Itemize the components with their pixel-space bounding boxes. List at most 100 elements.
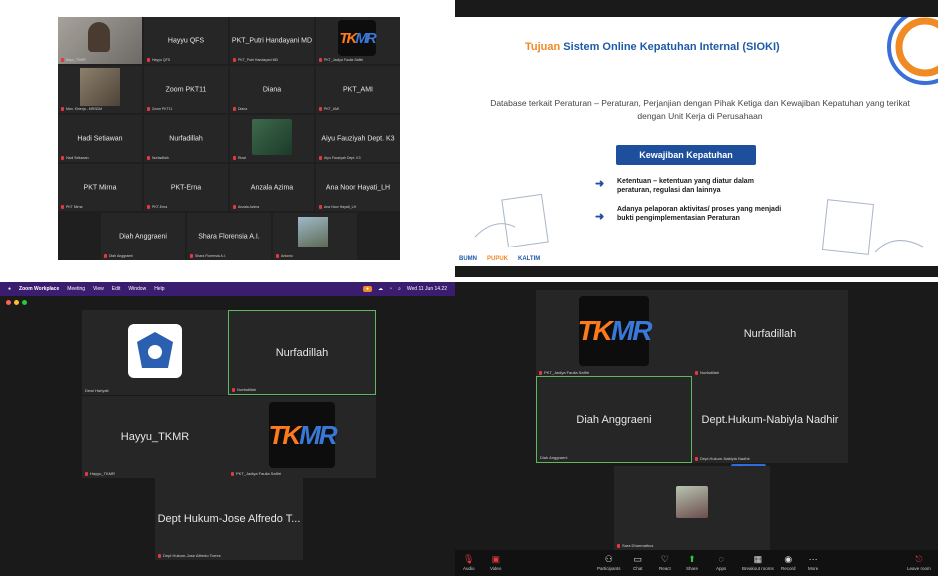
participant-tile[interactable]: Rizal [230, 115, 314, 162]
participants-label: Participants [597, 566, 621, 571]
participants-button[interactable]: ⚇ Participants [597, 555, 621, 572]
zoom-status-icon[interactable]: ● [363, 286, 373, 292]
breakout-rooms-icon: ▦ [753, 554, 763, 564]
share-label: Share [686, 566, 699, 571]
participant-tile[interactable]: Shara Florensia A.I. Shara Florensia A.I… [187, 213, 271, 260]
participant-label: PKT_Jadiya Faulia Safitri [539, 370, 589, 375]
participant-name: Ana Noor Hayati_LH [325, 184, 391, 191]
chat-button[interactable]: ▭ Chat [633, 555, 643, 572]
participant-label: Shara Florensia A.I. [190, 254, 226, 258]
maximize-window-icon[interactable] [22, 300, 27, 305]
slide-heading-badge: Kewajiban Kepatuhan [616, 145, 756, 165]
record-button[interactable]: ◉ Record [781, 555, 796, 572]
apps-button[interactable]: ◌ Apps [716, 555, 726, 572]
react-button[interactable]: ♡ React [659, 555, 671, 572]
participant-label: PKT_AMI [319, 107, 339, 111]
person-silhouette [88, 22, 110, 52]
mic-muted-icon [233, 156, 236, 160]
participant-tile-active-speaker[interactable]: Nurfadillah Nurfadillah [228, 310, 376, 395]
clock: Wed 11 Jun 14.22 [406, 286, 447, 292]
participant-tile[interactable]: Man. Kinerja - MRSDM [58, 66, 142, 113]
participant-tile[interactable]: TKMR PKT_Jadiya Faulia Safitri [316, 17, 400, 64]
participant-name: PKT-Erna [170, 184, 202, 191]
react-label: React [659, 566, 671, 571]
mic-muted-icon [61, 58, 64, 62]
participant-tile[interactable]: Hadi Setiawan Hadi Setiawan [58, 115, 142, 162]
kaltim-logo: KALTIM [518, 256, 541, 262]
mic-muted-icon [319, 107, 322, 111]
participant-label: Nurfadillah [232, 387, 256, 392]
gallery-panel-bottom-right: TKMR PKT_Jadiya Faulia Safitri Nurfadill… [455, 282, 938, 576]
participant-tile[interactable]: Bayu_TKMR [58, 17, 142, 64]
participant-tile[interactable]: PKT Mirna PKT Mirna [58, 164, 142, 211]
participant-name: Hayyu_TKMR [120, 431, 190, 443]
gallery-panel-top-left: Bayu_TKMR Hayyu QFS Hayyu QFS PKT_Putri … [0, 0, 455, 277]
participant-label: Nurfadillah [147, 156, 169, 160]
menu-meeting[interactable]: Meeting [67, 286, 85, 292]
mic-muted-icon [61, 156, 64, 160]
participant-tile[interactable]: PKT_Putri Handayani MD PKT_Putri Handaya… [230, 17, 314, 64]
participant-label: Anzala Azima [233, 205, 259, 209]
profile-image [252, 119, 292, 155]
mic-muted-icon [61, 107, 64, 111]
mic-muted-icon [539, 370, 542, 375]
slide-title: Tujuan Sistem Online Kepatuhan Internal … [525, 41, 780, 53]
menu-edit[interactable]: Edit [112, 286, 121, 292]
menu-help[interactable]: Help [154, 286, 164, 292]
participant-name: Diah Anggraeni [576, 413, 652, 426]
participant-tile[interactable]: Dewi Hariyati [82, 310, 228, 395]
more-label: More [808, 566, 819, 571]
participant-tile[interactable]: Hayyu_TKMR Hayyu_TKMR [82, 396, 228, 478]
video-button[interactable]: ▣ Video [490, 555, 501, 572]
participant-tile-active-speaker[interactable]: Diah Anggraeni Diah Anggraeni [536, 376, 692, 463]
menu-window[interactable]: Window [128, 286, 146, 292]
participant-tile[interactable]: PKT_AMI PKT_AMI [316, 66, 400, 113]
menu-view[interactable]: View [93, 286, 104, 292]
participant-name: Nurfadillah [743, 327, 797, 340]
participant-tile[interactable]: Nurfadillah Nurfadillah [144, 115, 228, 162]
apple-icon[interactable]: ● [8, 286, 11, 292]
share-icon: ⬆ [688, 554, 696, 564]
participant-label: Rizal [233, 156, 246, 160]
leave-icon: ⎋ [915, 554, 923, 564]
participant-tile[interactable]: Diah Anggraeni Diah Anggraeni [101, 213, 185, 260]
participant-tile[interactable]: Aiyu Fauziyah Dept. K3 Aiyu Fauziyah Dep… [316, 115, 400, 162]
mic-muted-icon [147, 107, 150, 111]
bumn-logo: BUMN [459, 256, 477, 262]
mic-muted-icon [276, 254, 279, 258]
participant-label: Nurfadillah [695, 370, 719, 375]
mic-muted-icon: 🎙 [463, 554, 475, 564]
share-button[interactable]: ⬆ Share [686, 554, 699, 572]
participant-tile[interactable]: Diana Diana [230, 66, 314, 113]
mic-muted-icon [147, 205, 150, 209]
participant-tile[interactable]: PKT-Erna PKT-Erna [144, 164, 228, 211]
participant-label: PKT_Jadiya Faulia Safitri [319, 58, 363, 62]
participant-tile[interactable]: Ana Noor Hayati_LH Ana Noor Hayati_LH [316, 164, 400, 211]
participant-tile[interactable]: Zoom PKT11 Zoom PKT11 [144, 66, 228, 113]
record-label: Record [781, 566, 796, 571]
wifi-icon[interactable]: ◔ [389, 286, 392, 292]
leave-room-button[interactable]: ⎋ Leave room [907, 554, 931, 572]
participant-tile[interactable]: Nurfadillah Nurfadillah [692, 290, 848, 377]
close-window-icon[interactable] [6, 300, 11, 305]
participant-tile[interactable]: TKMR PKT_Jadiya Faulia Safitri [228, 396, 376, 478]
more-button[interactable]: ⋯ More [808, 555, 819, 572]
participant-tile[interactable]: Hayyu QFS Hayyu QFS [144, 17, 228, 64]
profile-image [298, 217, 328, 247]
participant-grid: Bayu_TKMR Hayyu QFS Hayyu QFS PKT_Putri … [58, 17, 400, 260]
mic-muted-icon [319, 205, 322, 209]
audio-button[interactable]: 🎙 Audio [463, 554, 475, 572]
menu-app-name[interactable]: Zoom Workplace [19, 286, 59, 292]
minimize-window-icon[interactable] [14, 300, 19, 305]
breakout-rooms-button[interactable]: ▦ Breakout rooms [742, 554, 774, 572]
participant-tile[interactable]: Dept Hukum-Jose Alfredo T... Dept Hukum-… [155, 478, 303, 560]
participant-tile[interactable]: Dept.Hukum-Nabiyla Nadhir Dept.Hukum-Nab… [692, 377, 848, 463]
cloud-icon[interactable]: ☁ [378, 286, 383, 292]
participant-name: Diah Anggraeni [119, 233, 167, 240]
participant-tile[interactable]: Sara Dharmathus [614, 466, 770, 550]
search-icon[interactable]: ⌕ [398, 286, 401, 292]
slide-bullet: Ketentuan – ketentuan yang diatur dalam … [617, 178, 754, 195]
participant-tile[interactable]: Anzala Azima Anzala Azima [230, 164, 314, 211]
participant-tile[interactable]: TKMR PKT_Jadiya Faulia Safitri [536, 290, 692, 377]
participant-tile[interactable]: Antonio [273, 213, 357, 260]
